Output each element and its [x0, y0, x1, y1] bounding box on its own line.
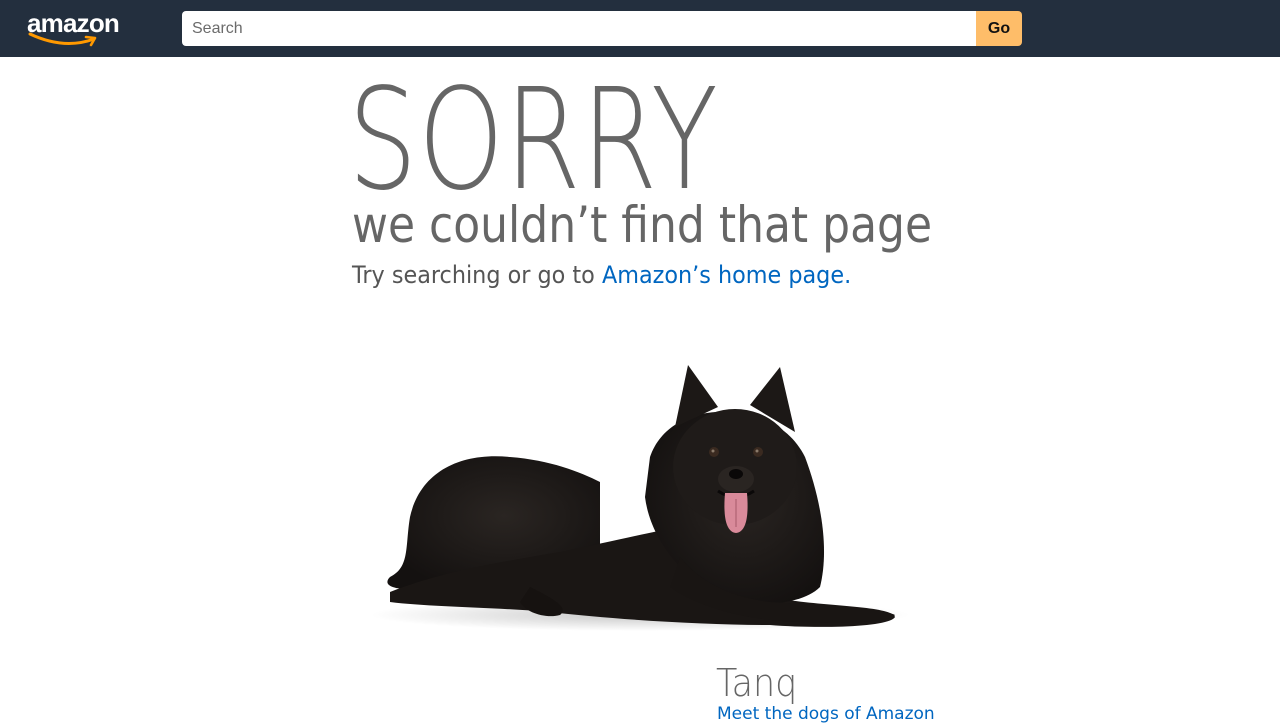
search-form: Go — [182, 11, 1022, 46]
meet-dogs-link[interactable]: Meet the dogs of Amazon — [717, 703, 935, 725]
dog-name: Tanq — [716, 661, 798, 705]
top-navigation-bar: amazon Go — [0, 0, 1280, 57]
error-content: SORRY we couldn’t find that page Try sea… — [348, 57, 950, 725]
try-searching-text: Try searching or go to — [352, 261, 602, 289]
error-help-text: Try searching or go to Amazon’s home pag… — [352, 260, 851, 290]
home-page-link[interactable]: Amazon’s home page. — [602, 261, 851, 289]
amazon-logo-link[interactable]: amazon — [24, 8, 128, 48]
home-page-link-suffix: . — [844, 261, 852, 289]
smile-arrow-icon — [28, 32, 97, 47]
error-subtitle: we couldn’t find that page — [352, 196, 933, 254]
error-title: SORRY — [348, 59, 719, 222]
home-page-link-label: Amazon’s home page — [601, 261, 845, 289]
go-button[interactable]: Go — [976, 11, 1022, 46]
dog-image — [370, 365, 910, 631]
search-input[interactable] — [182, 11, 976, 46]
